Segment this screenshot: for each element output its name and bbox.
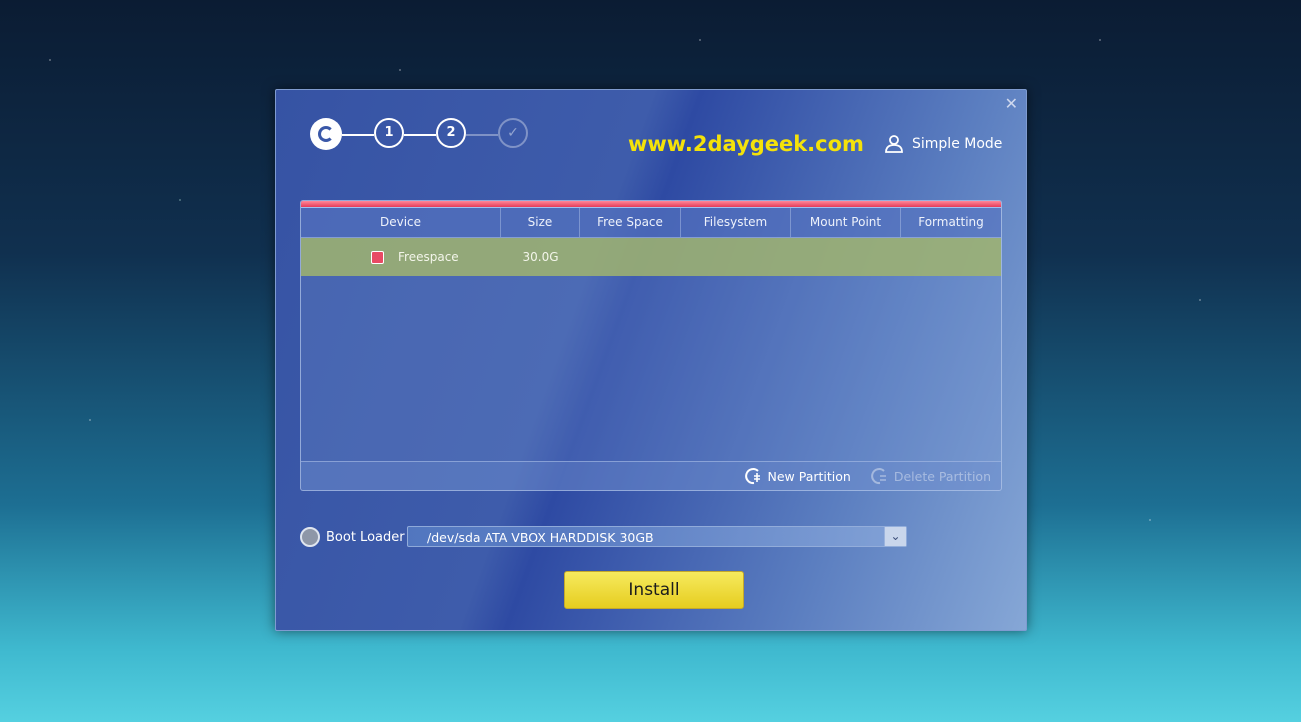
- device-name: Freespace: [398, 250, 459, 264]
- filesystem-cell: [681, 238, 791, 276]
- simple-mode-button[interactable]: Simple Mode: [884, 134, 1002, 154]
- column-header-mount-point: Mount Point: [791, 208, 901, 237]
- new-partition-button[interactable]: New Partition: [744, 467, 851, 485]
- column-header-formatting: Formatting: [918, 215, 984, 229]
- column-header-size: Size: [501, 208, 580, 237]
- watermark-text: www.2daygeek.com: [628, 132, 864, 156]
- boot-loader-select[interactable]: /dev/sda ATA VBOX HARDDISK 30GB ⌄: [407, 526, 907, 547]
- column-header-filesystem: Filesystem: [681, 208, 791, 237]
- free-space-cell: [580, 238, 681, 276]
- person-icon: [885, 135, 903, 153]
- boot-loader-option: Boot Loader: [300, 527, 405, 547]
- step-2: 2: [436, 118, 466, 148]
- boot-loader-radio[interactable]: [300, 527, 320, 547]
- step-1: 1: [374, 118, 404, 148]
- size-cell: 30.0G: [522, 250, 559, 264]
- new-partition-icon: [744, 468, 760, 485]
- delete-partition-icon: [871, 468, 886, 485]
- partition-color-swatch: [371, 251, 384, 264]
- step-connector: [404, 134, 436, 136]
- step-progress: 1 2 ✓: [310, 118, 540, 152]
- step-connector: [342, 134, 374, 136]
- table-toolbar: New Partition Delete Partition: [301, 461, 1001, 490]
- disk-usage-bar: [301, 201, 1001, 208]
- boot-loader-label: Boot Loader: [326, 529, 405, 545]
- column-header-free-space: Free Space: [580, 208, 681, 237]
- delete-partition-button[interactable]: Delete Partition: [871, 467, 991, 485]
- table-row[interactable]: Freespace 30.0G: [301, 238, 1001, 276]
- partition-table: Device Size Free Space Filesystem Mount …: [300, 200, 1002, 491]
- chevron-down-icon[interactable]: ⌄: [884, 527, 906, 546]
- close-icon[interactable]: ✕: [1005, 94, 1018, 113]
- step-connector: [466, 134, 498, 136]
- deepin-logo-icon: [310, 118, 342, 150]
- device-cell: Freespace: [301, 238, 501, 276]
- column-header-device: Device: [301, 208, 501, 237]
- installer-window: ✕ 1 2 ✓ www.2daygeek.com Simple Mode Dev…: [275, 89, 1027, 631]
- delete-partition-label: Delete Partition: [893, 468, 991, 484]
- formatting-cell: [901, 238, 1001, 276]
- simple-mode-label: Simple Mode: [912, 136, 1003, 152]
- mount-point-cell: [791, 238, 901, 276]
- check-icon: ✓: [498, 118, 528, 148]
- new-partition-label: New Partition: [767, 468, 851, 484]
- boot-loader-selected-value: /dev/sda ATA VBOX HARDDISK 30GB: [427, 530, 654, 545]
- table-header: Device Size Free Space Filesystem Mount …: [301, 208, 1001, 238]
- install-button[interactable]: Install: [564, 571, 744, 609]
